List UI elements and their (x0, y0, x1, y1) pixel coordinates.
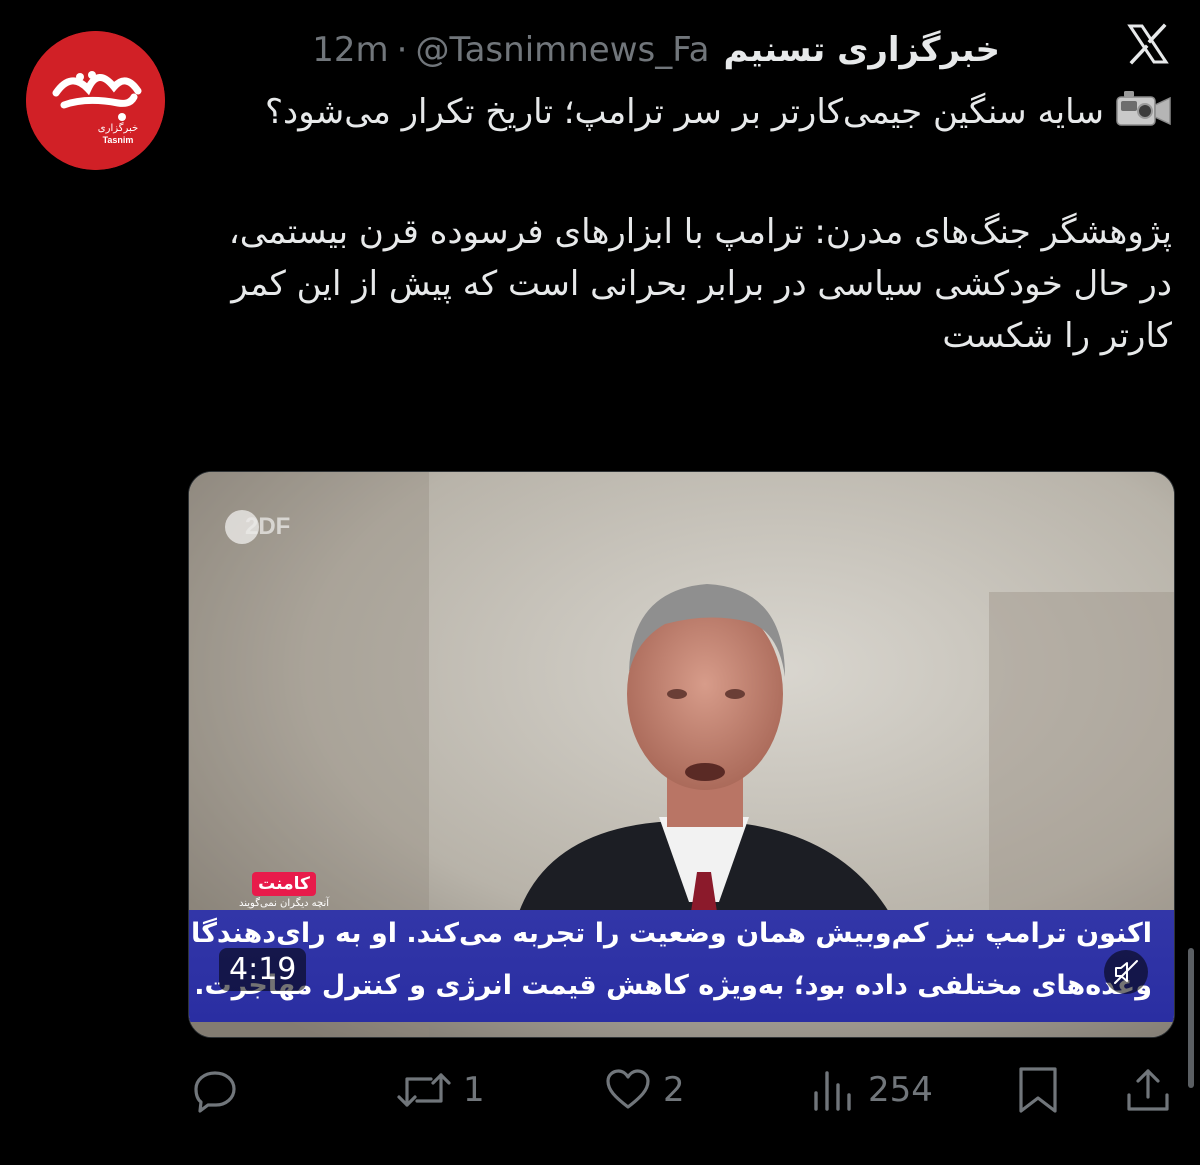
timestamp[interactable]: 12m (312, 30, 388, 70)
action-bar: 1 2 254 (190, 1060, 1175, 1120)
avatar[interactable]: خبرگزاری Tasnim (26, 31, 165, 170)
handle[interactable]: @Tasnimnews_Fa (415, 30, 709, 70)
tweet-header: خبرگزاری تسنیم @Tasnimnews_Fa · 12m (312, 20, 1000, 80)
display-name[interactable]: خبرگزاری تسنیم (724, 30, 1000, 70)
overlay-brand-label: کامنت (252, 872, 316, 896)
reply-button[interactable] (190, 1060, 250, 1120)
tweet-paragraph-2: پژوهشگر جنگ‌های مدرن: ترامپ با ابزارهای … (228, 212, 1172, 356)
mute-button[interactable] (1104, 950, 1148, 994)
share-button[interactable] (1125, 1060, 1171, 1120)
channel-logo-text: 2DF (245, 513, 291, 540)
retweet-button[interactable]: 1 (395, 1060, 485, 1120)
views-button[interactable]: 254 (810, 1060, 933, 1120)
share-icon (1127, 1069, 1169, 1111)
retweet-count: 1 (463, 1070, 485, 1110)
avatar-latin: Tasnim (103, 135, 134, 145)
subtitle-line-2: وعده‌های مختلفی داده بود؛ به‌ویژه کاهش ق… (194, 970, 1152, 1001)
scrollbar[interactable] (1188, 948, 1194, 1088)
retweet-icon (397, 1073, 451, 1107)
tweet-text: سایه سنگین جیمی‌کارتر بر سر ترامپ؛ تاریخ… (192, 86, 1172, 362)
video-duration: 4:19 (219, 948, 307, 991)
like-count: 2 (663, 1070, 685, 1110)
views-chart-icon (814, 1071, 851, 1111)
tweet-line-1: سایه سنگین جیمی‌کارتر بر سر ترامپ؛ تاریخ… (192, 86, 1172, 138)
subtitle-line-1: اکنون ترامپ نیز کم‌وبیش همان وضعیت را تج… (188, 918, 1152, 949)
overlay-brand-sub: آنچه دیگران نمی‌گویند (239, 898, 330, 909)
tweet: خبرگزاری Tasnim خبرگزاری تسنیم @Tasnimne… (0, 0, 1200, 1165)
channel-logo: 2DF (225, 510, 290, 544)
speaker-muted-icon (1114, 960, 1138, 984)
video-camera-icon (1116, 89, 1172, 129)
bookmark-icon (1019, 1067, 1057, 1113)
overlay-brand: کامنت آنچه دیگران نمی‌گویند (239, 872, 329, 909)
views-count: 254 (868, 1070, 933, 1110)
video-player[interactable]: 2DF کامنت آنچه دیگران نمی‌گویند اکنون تر… (188, 471, 1175, 1038)
bookmark-button[interactable] (1015, 1060, 1061, 1120)
avatar-subtext: خبرگزاری (98, 122, 138, 134)
reply-icon (194, 1071, 236, 1113)
tweet-title: سایه سنگین جیمی‌کارتر بر سر ترامپ؛ تاریخ… (265, 92, 1104, 132)
x-logo-icon[interactable] (1126, 22, 1170, 66)
separator: · (396, 30, 408, 70)
subtitle-bar: اکنون ترامپ نیز کم‌وبیش همان وضعیت را تج… (189, 910, 1174, 1022)
heart-icon (606, 1069, 650, 1109)
like-button[interactable]: 2 (603, 1060, 685, 1120)
tasnim-logo-icon: خبرگزاری Tasnim (26, 31, 165, 170)
